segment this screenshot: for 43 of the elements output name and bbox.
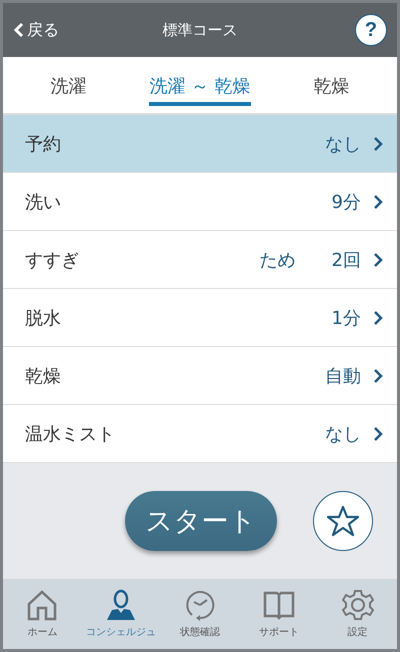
setting-label: すすぎ [25, 248, 80, 272]
mode-tab[interactable]: 洗濯 ～ 乾燥 [149, 68, 251, 106]
nav-tab[interactable]: 状態確認 [160, 579, 240, 649]
setting-value: なし [325, 422, 361, 446]
setting-value: なし [325, 132, 361, 156]
setting-label: 洗い [25, 190, 62, 214]
setting-row[interactable]: 乾燥 自動 [3, 347, 397, 405]
setting-label: 乾燥 [25, 364, 62, 388]
setting-label: 脱水 [25, 306, 62, 330]
setting-value: 2回 [332, 248, 361, 272]
chevron-icon [373, 426, 383, 442]
setting-row[interactable]: すすぎ ため 2回 [3, 231, 397, 289]
clock-icon [184, 589, 216, 621]
setting-value: 9分 [332, 190, 361, 214]
setting-row[interactable]: 洗い 9分 [3, 173, 397, 231]
nav-tab[interactable]: 設定 [318, 579, 397, 649]
setting-value: 自動 [325, 364, 361, 388]
book-icon [262, 589, 295, 621]
setting-label: 温水ミスト [25, 422, 116, 446]
person-icon [105, 589, 138, 621]
setting-row[interactable]: 予約 なし [3, 115, 397, 173]
chevron-icon [373, 252, 383, 268]
back-chevron-icon [13, 22, 25, 38]
setting-value: 1分 [332, 306, 361, 330]
help-button[interactable]: ? [355, 14, 387, 46]
setting-label: 予約 [25, 132, 62, 156]
star-icon [327, 505, 359, 537]
setting-row[interactable]: 温水ミスト なし [3, 405, 397, 463]
chevron-icon [373, 310, 383, 326]
mode-tab[interactable]: 洗濯 [50, 68, 87, 106]
mode-tab[interactable]: 乾燥 [313, 68, 350, 106]
chevron-icon [373, 368, 383, 384]
start-button[interactable]: スタート [125, 491, 277, 551]
screen-title: 標準コース [162, 20, 238, 40]
back-link[interactable]: 戻る [13, 20, 103, 40]
setting-row[interactable]: 脱水 1分 [3, 289, 397, 347]
chevron-icon [373, 136, 383, 152]
chevron-icon [373, 194, 383, 210]
settings-icon [342, 589, 374, 621]
nav-tab[interactable]: サポート [239, 579, 318, 649]
nav-tab[interactable]: ホーム [3, 579, 82, 649]
home-icon [26, 589, 58, 621]
setting-value: ため [260, 248, 296, 272]
